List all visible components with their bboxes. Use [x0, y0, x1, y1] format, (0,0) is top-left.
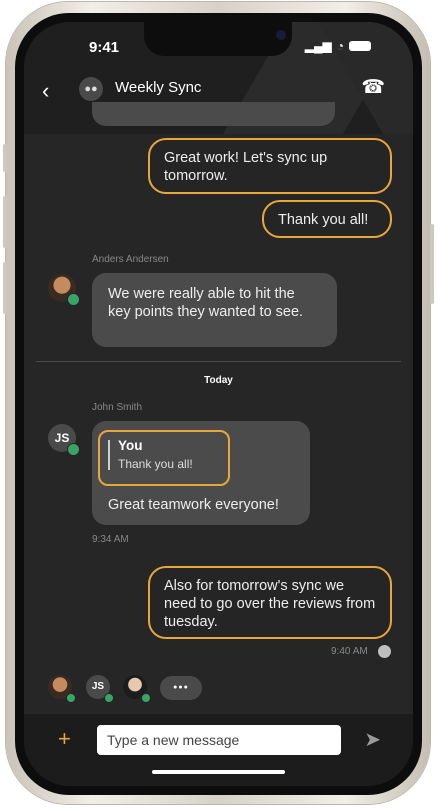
composer: + ➤ — [24, 714, 413, 786]
date-divider-label: Today — [204, 375, 233, 386]
presence-badge — [67, 443, 80, 456]
power-button — [430, 224, 434, 304]
reader-avatar — [48, 675, 76, 703]
quote-author: You — [118, 438, 143, 453]
presence-badge — [141, 693, 151, 703]
date-divider — [36, 361, 401, 362]
mute-switch — [3, 144, 7, 172]
notch — [144, 22, 292, 56]
volume-up-button — [3, 196, 7, 248]
reader-avatar — [123, 675, 151, 703]
previous-message-bubble — [92, 102, 335, 126]
back-icon[interactable]: ‹ — [42, 78, 49, 104]
camera — [276, 30, 286, 40]
group-icon: ●● — [79, 77, 103, 101]
message-bubble-outgoing[interactable]: Great work! Let's sync up tomorrow. — [148, 138, 392, 194]
presence-badge — [66, 693, 76, 703]
avatar[interactable]: JS — [48, 424, 80, 456]
message-text: Also for tomorrow's sync we need to go o… — [164, 578, 376, 630]
quote-text: Thank you all! — [118, 457, 193, 471]
quote-bar — [108, 440, 110, 470]
status-icons: ▂▄▆ ◔ — [305, 39, 371, 53]
message-text: We were really able to hit the key point… — [108, 286, 304, 320]
chat-title[interactable]: Weekly Sync — [115, 79, 201, 96]
read-receipt-icon — [378, 645, 391, 658]
message-bubble-incoming[interactable]: We were really able to hit the key point… — [92, 273, 337, 347]
avatar-initials: JS — [54, 431, 70, 445]
quoted-reply[interactable]: You Thank you all! — [98, 430, 230, 486]
more-readers-button[interactable]: ●●● — [160, 676, 202, 700]
sender-name: John Smith — [92, 402, 143, 413]
signal-icon: ▂▄▆ — [304, 39, 332, 53]
send-icon[interactable]: ➤ — [364, 727, 381, 752]
avatar-initials: JS — [91, 681, 105, 692]
add-attachment-icon[interactable]: + — [58, 726, 71, 752]
message-text: Thank you all! — [278, 212, 369, 228]
wifi-icon: ◔ — [336, 39, 344, 53]
avatar[interactable] — [48, 274, 80, 306]
sender-name: Anders Andersen — [92, 254, 169, 265]
screen: 9:41 ▂▄▆ ◔ ‹ ●● Weekly Sync ☎ Great work… — [24, 22, 413, 786]
message-timestamp: 9:34 AM — [92, 534, 129, 545]
presence-badge — [67, 293, 80, 306]
presence-badge — [104, 693, 114, 703]
message-text: Great teamwork everyone! — [108, 497, 279, 513]
call-icon[interactable]: ☎ — [361, 76, 385, 99]
volume-down-button — [3, 262, 7, 314]
message-bubble-outgoing[interactable]: Also for tomorrow's sync we need to go o… — [148, 566, 392, 639]
message-text: Great work! Let's sync up tomorrow. — [164, 150, 328, 184]
reader-avatar: JS — [86, 675, 114, 703]
battery-icon — [349, 41, 371, 51]
message-bubble-outgoing[interactable]: Thank you all! — [262, 200, 392, 238]
home-indicator — [152, 770, 285, 774]
status-time: 9:41 — [89, 39, 120, 56]
message-input[interactable] — [97, 725, 341, 755]
message-timestamp: 9:40 AM — [331, 646, 368, 657]
